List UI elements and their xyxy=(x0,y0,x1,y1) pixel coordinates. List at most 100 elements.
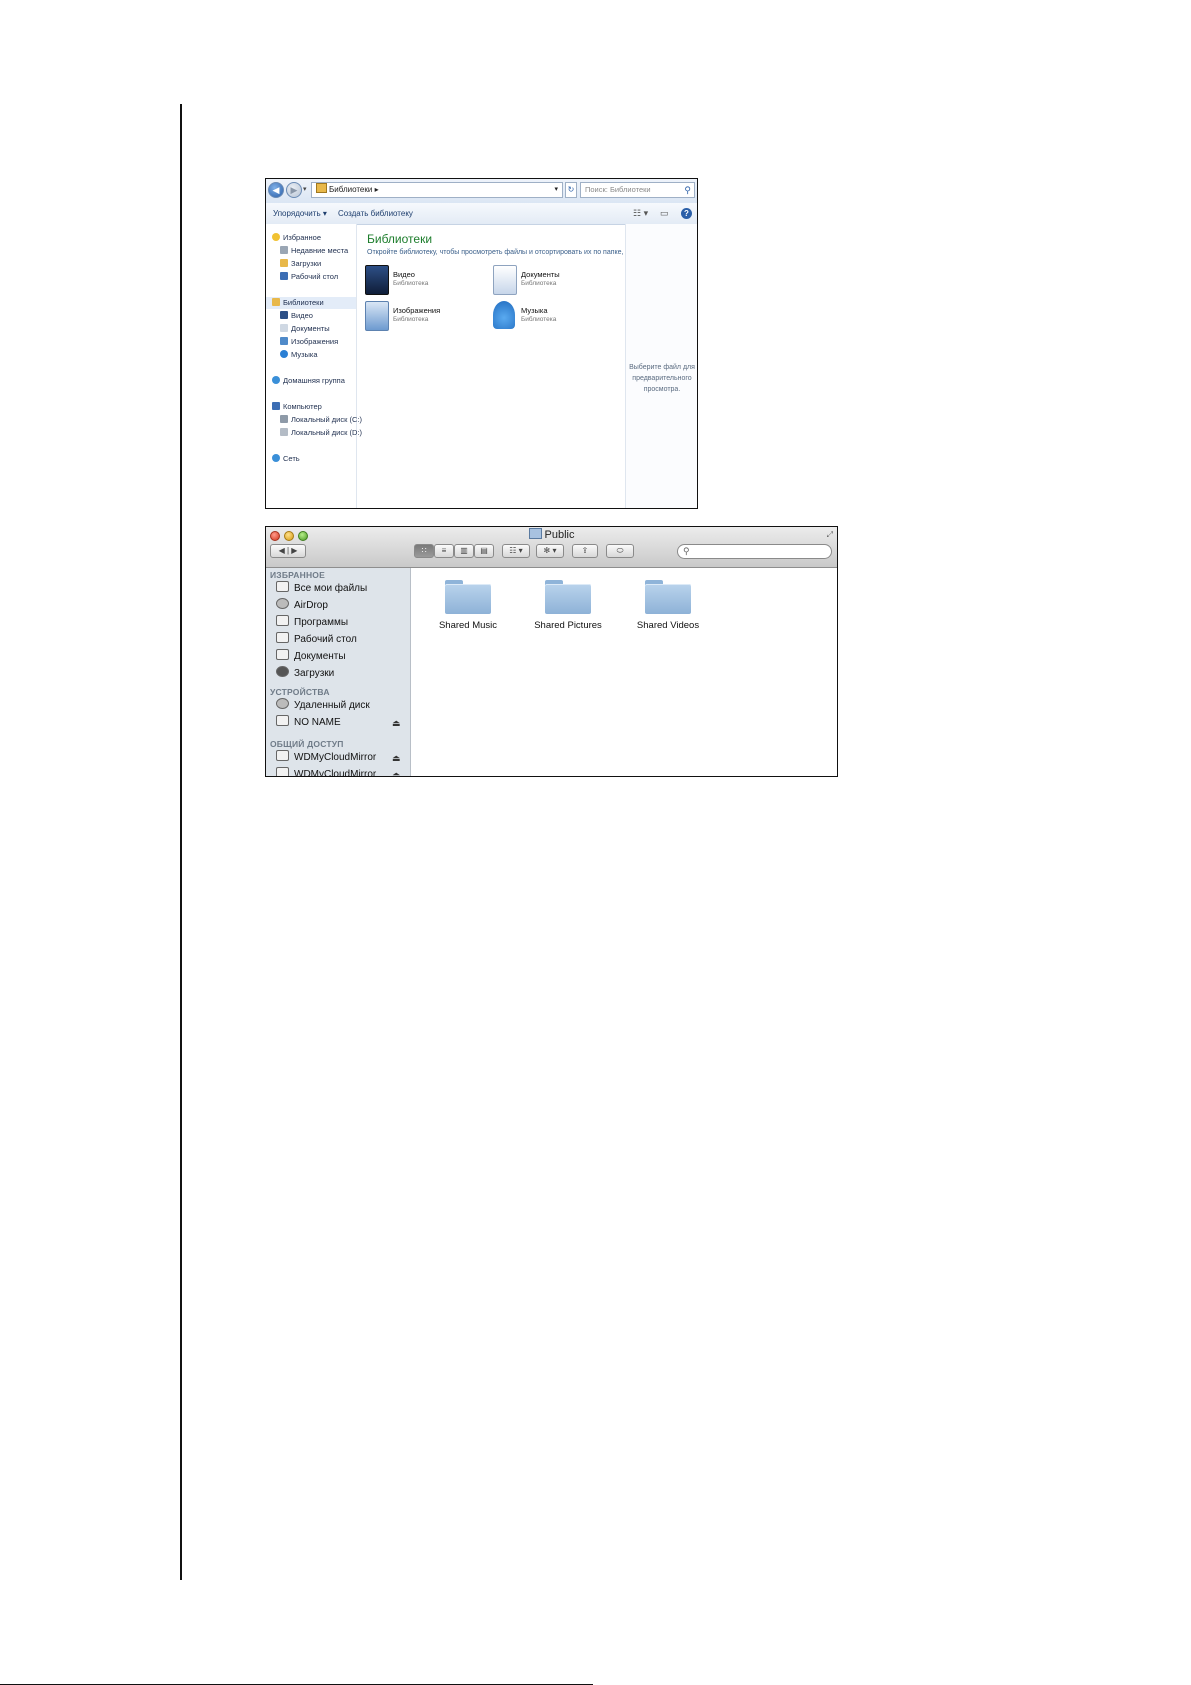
sidebar-item-documents[interactable]: Документы xyxy=(280,323,330,335)
finder-sidebar: ИЗБРАННОЕ Все мои файлы AirDrop Программ… xyxy=(266,568,411,776)
action-gear-icon[interactable]: ✻ ▾ xyxy=(536,544,564,558)
sidebar-item-disk-c[interactable]: Локальный диск (C:) xyxy=(280,414,362,426)
library-item-images[interactable]: Изображения Библиотека xyxy=(365,301,485,331)
folder-icon xyxy=(445,580,491,614)
coverflow-view-button[interactable]: ▤ xyxy=(474,544,494,558)
sidebar-item-images[interactable]: Изображения xyxy=(280,336,338,348)
music-library-icon xyxy=(493,301,515,329)
eject-icon[interactable]: ⏏ xyxy=(392,770,401,776)
downloads-icon xyxy=(280,259,288,267)
back-arrow-icon[interactable]: ◀ xyxy=(268,182,284,198)
sidebar-item-disk-d[interactable]: Локальный диск (D:) xyxy=(280,427,362,439)
desktop-icon xyxy=(280,272,288,280)
search-icon[interactable]: ⚲ xyxy=(684,183,691,197)
recent-places-icon xyxy=(280,246,288,254)
folder-shared-music[interactable]: Shared Music xyxy=(423,572,513,642)
arrange-button[interactable]: ☷ ▾ xyxy=(502,544,530,558)
libraries-content: Библиотеки Откройте библиотеку, чтобы пр… xyxy=(357,224,677,508)
sidebar-item-computer[interactable]: Компьютер xyxy=(272,401,322,413)
eject-icon[interactable]: ⏏ xyxy=(392,753,401,764)
history-dropdown-icon[interactable]: ▾ xyxy=(303,185,307,193)
folder-shared-videos[interactable]: Shared Videos xyxy=(623,572,713,642)
tag-icon[interactable]: ⬭ xyxy=(606,544,634,558)
sidebar-item-no-name[interactable]: NO NAME xyxy=(276,715,341,731)
finder-titlebar: Public ⤢ ◀ | ▶ ∷ ≡ ▥ ▤ ☷ ▾ ✻ ▾ ⇪ ⬭ ⚲ xyxy=(266,527,837,568)
fullscreen-icon[interactable]: ⤢ xyxy=(827,530,833,540)
sidebar-item-wdmycloudmirror-2[interactable]: WDMyCloudMirror xyxy=(276,767,376,776)
airdrop-icon xyxy=(276,598,289,609)
library-item-music[interactable]: Музыка Библиотека xyxy=(493,301,613,331)
computer-icon xyxy=(272,402,280,410)
sidebar-item-wdmycloudmirror[interactable]: WDMyCloudMirror xyxy=(276,750,376,766)
folder-icon xyxy=(645,580,691,614)
homegroup-icon xyxy=(272,376,280,384)
address-path-field[interactable]: Библиотеки ▸ ▾ xyxy=(311,182,563,198)
finder-content: Shared Music Shared Pictures Shared Vide… xyxy=(411,568,837,776)
sidebar-item-desktop[interactable]: Рабочий стол xyxy=(280,271,338,283)
devices-header: УСТРОЙСТВА xyxy=(270,687,330,697)
eject-icon[interactable]: ⏏ xyxy=(392,718,401,729)
shared-header: ОБЩИЙ ДОСТУП xyxy=(270,739,344,749)
downloads-icon xyxy=(276,666,289,677)
command-toolbar: Упорядочить ▾ Создать библиотеку ☷ ▾ ▭ ? xyxy=(266,203,697,225)
all-files-icon xyxy=(276,581,289,592)
organize-button[interactable]: Упорядочить ▾ xyxy=(273,203,327,224)
sidebar-item-downloads[interactable]: Загрузки xyxy=(280,258,321,270)
sidebar-item-remote-disc[interactable]: Удаленный диск xyxy=(276,698,370,714)
sidebar-item-music[interactable]: Музыка xyxy=(280,349,318,361)
libraries-icon xyxy=(272,298,280,306)
icon-view-button[interactable]: ∷ xyxy=(414,544,434,558)
video-library-icon xyxy=(365,265,389,295)
back-icon[interactable]: ◀ xyxy=(279,546,285,555)
images-icon xyxy=(280,337,288,345)
images-library-icon xyxy=(365,301,389,331)
applications-icon xyxy=(276,615,289,626)
sidebar-item-desktop[interactable]: Рабочий стол xyxy=(276,632,357,648)
sidebar-item-airdrop[interactable]: AirDrop xyxy=(276,598,328,614)
page-margin-rule xyxy=(180,104,182,1580)
create-library-button[interactable]: Создать библиотеку xyxy=(338,203,413,224)
forward-arrow-icon[interactable]: ▶ xyxy=(286,182,302,198)
share-icon[interactable]: ⇪ xyxy=(572,544,598,558)
sidebar-item-downloads[interactable]: Загрузки xyxy=(276,666,334,682)
column-view-button[interactable]: ▥ xyxy=(454,544,474,558)
back-forward-buttons[interactable]: ◀ | ▶ xyxy=(270,544,306,558)
library-item-video[interactable]: Видео Библиотека xyxy=(365,265,485,295)
preview-pane: Выберите файл для предварительного просм… xyxy=(625,224,697,508)
address-dropdown-icon[interactable]: ▾ xyxy=(554,183,558,197)
sidebar-item-applications[interactable]: Программы xyxy=(276,615,348,631)
mac-finder-window: Public ⤢ ◀ | ▶ ∷ ≡ ▥ ▤ ☷ ▾ ✻ ▾ ⇪ ⬭ ⚲ ИЗБ… xyxy=(265,526,838,777)
documents-library-icon xyxy=(493,265,517,295)
window-title: Public xyxy=(266,528,837,541)
folder-icon xyxy=(545,580,591,614)
star-icon xyxy=(272,233,280,241)
sidebar-item-homegroup[interactable]: Домашняя группа xyxy=(272,375,345,387)
refresh-icon[interactable]: ↻ xyxy=(565,182,577,198)
sidebar-item-video[interactable]: Видео xyxy=(280,310,313,322)
favorites-header: ИЗБРАННОЕ xyxy=(270,570,325,580)
drive-d-icon xyxy=(280,428,288,436)
preview-hint: Выберите файл для предварительного просм… xyxy=(629,364,695,393)
sidebar-item-libraries[interactable]: Библиотеки xyxy=(266,297,356,309)
sidebar-item-favorites[interactable]: Избранное xyxy=(272,232,321,244)
address-bar: ◀ ▶ ▾ Библиотеки ▸ ▾ ↻ Поиск: Библиотеки… xyxy=(266,179,697,204)
sidebar-item-recent[interactable]: Недавние места xyxy=(280,245,348,257)
forward-icon[interactable]: ▶ xyxy=(291,546,297,555)
view-options-icon[interactable]: ☷ ▾ xyxy=(633,208,648,219)
documents-icon xyxy=(280,324,288,332)
preview-pane-icon[interactable]: ▭ xyxy=(660,208,669,219)
folder-shared-pictures[interactable]: Shared Pictures xyxy=(523,572,613,642)
network-icon xyxy=(272,454,280,462)
drive-icon xyxy=(528,528,542,539)
desktop-icon xyxy=(276,632,289,643)
list-view-button[interactable]: ≡ xyxy=(434,544,454,558)
help-icon[interactable]: ? xyxy=(681,208,692,219)
search-field[interactable]: ⚲ xyxy=(677,544,832,559)
library-item-documents[interactable]: Документы Библиотека xyxy=(493,265,613,295)
search-field[interactable]: Поиск: Библиотеки ⚲ xyxy=(580,182,695,198)
sidebar-item-network[interactable]: Сеть xyxy=(272,453,300,465)
network-drive-icon xyxy=(276,750,289,761)
sidebar-item-documents[interactable]: Документы xyxy=(276,649,346,665)
sidebar-item-all-files[interactable]: Все мои файлы xyxy=(276,581,367,597)
documents-icon xyxy=(276,649,289,660)
